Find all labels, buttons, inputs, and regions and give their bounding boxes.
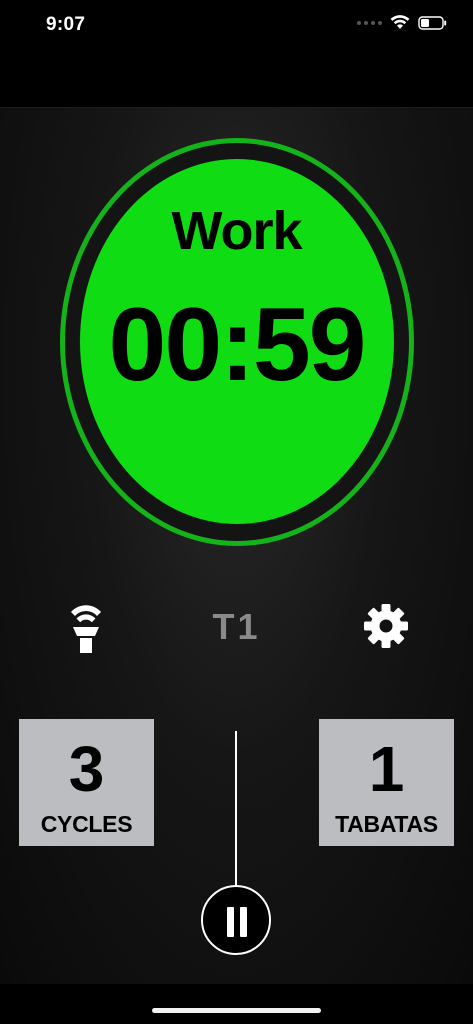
tabatas-label: TABATAS (335, 811, 438, 837)
control-row: T1 (0, 596, 473, 656)
pull-line (235, 731, 237, 886)
phase-label: Work (171, 201, 302, 261)
bottom-area (0, 984, 473, 1024)
pause-icon (227, 907, 234, 937)
status-bar: 9:07 (0, 0, 473, 50)
cycles-label: CYCLES (40, 811, 133, 837)
cellular-dots-icon (357, 20, 382, 25)
cycles-value: 3 (68, 733, 105, 805)
tabatas-counter[interactable]: 1 TABATAS (319, 719, 454, 846)
countdown-display: 00:59 (108, 287, 367, 403)
top-bar (0, 50, 473, 108)
cycles-counter[interactable]: 3 CYCLES (19, 719, 154, 846)
gear-icon[interactable] (362, 602, 410, 650)
timer-screen: Work 00:59 T1 3 CYCLES 1 TABATAS (0, 108, 473, 984)
tabatas-value: 1 (368, 733, 405, 805)
status-time: 9:07 (46, 14, 86, 35)
status-icons (357, 15, 447, 30)
pause-button[interactable] (201, 885, 271, 955)
home-indicator[interactable] (152, 1008, 321, 1013)
wifi-icon (390, 15, 410, 29)
battery-icon (418, 15, 447, 30)
